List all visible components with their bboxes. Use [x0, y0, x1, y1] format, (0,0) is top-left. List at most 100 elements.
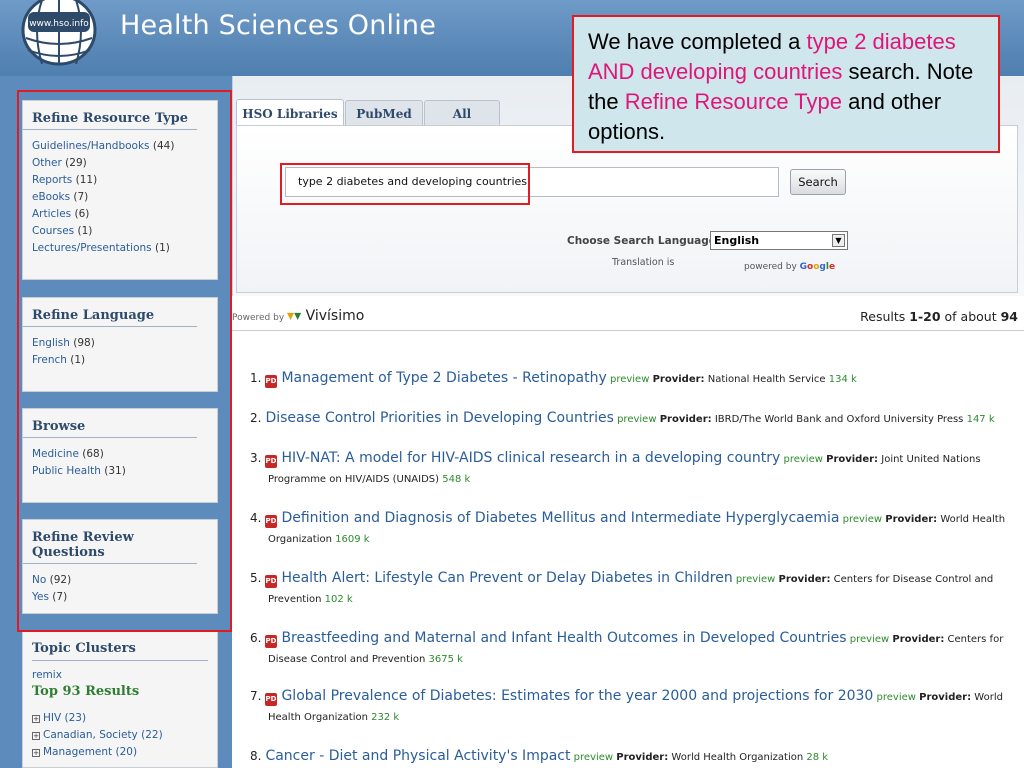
- provider-name: Joint United Nations: [881, 454, 981, 465]
- result-item: 2. Disease Control Priorities in Developi…: [250, 408, 1020, 430]
- result-item: 5. PDFHealth Alert: Lifestyle Can Prevent…: [250, 568, 1020, 610]
- provider-name: Centers for Disease Control and: [833, 574, 994, 585]
- list-item-count: (22): [141, 729, 163, 741]
- preview-link[interactable]: preview: [574, 752, 613, 763]
- result-number: 7.: [250, 689, 262, 703]
- provider-name-cont: Health Organization: [268, 712, 368, 723]
- result-title-link[interactable]: Global Prevalence of Diabetes: Estimates…: [281, 688, 873, 704]
- file-size: 3675 k: [428, 654, 463, 665]
- tab-all[interactable]: All: [424, 100, 500, 126]
- result-item: 7. PDFGlobal Prevalence of Diabetes: Esti…: [250, 686, 1020, 728]
- vivisimo-logo-icon: ▾▾ Vivísimo: [287, 308, 365, 324]
- remix-link[interactable]: remix: [32, 669, 62, 681]
- provider-name: World Health Organization: [671, 752, 804, 763]
- search-language-select[interactable]: English ▼: [710, 231, 848, 250]
- pdf-icon: PDF: [265, 693, 281, 706]
- pdf-icon: PDF: [265, 515, 281, 528]
- file-size: 1609 k: [335, 534, 370, 545]
- expand-icon[interactable]: +: [32, 715, 40, 723]
- list-item-count: (20): [115, 746, 138, 758]
- provider-label: Provider:: [826, 454, 879, 465]
- google-logo-icon: Google: [799, 262, 836, 272]
- pdf-icon: PDF: [265, 375, 281, 388]
- list-item-link[interactable]: HIV: [43, 712, 61, 724]
- search-language-label: Choose Search Language:: [567, 235, 721, 247]
- result-title-link[interactable]: Breastfeeding and Maternal and Infant He…: [281, 630, 846, 646]
- result-title-link[interactable]: Definition and Diagnosis of Diabetes Mel…: [281, 510, 839, 526]
- result-item: 6. PDFBreastfeeding and Maternal and Infa…: [250, 628, 1020, 670]
- provider-name: IBRD/The World Bank and Oxford Universit…: [714, 414, 964, 425]
- result-item: 1. PDFManagement of Type 2 Diabetes - Ret…: [250, 368, 1020, 390]
- result-number: 6.: [250, 631, 262, 645]
- list-item-count: (23): [64, 712, 87, 724]
- provider-label: Provider:: [892, 634, 945, 645]
- pdf-icon: PDF: [265, 575, 281, 588]
- preview-link[interactable]: preview: [784, 454, 823, 465]
- sidebar-highlight-box: [17, 90, 232, 632]
- list-item[interactable]: + Management (20): [32, 744, 163, 761]
- result-number: 2.: [250, 411, 262, 425]
- list-item-link[interactable]: Management: [43, 746, 112, 758]
- provider-name-cont: Programme on HIV/AIDS (UNAIDS): [268, 474, 440, 485]
- provider-name: Centers for: [947, 634, 1004, 645]
- result-item: 4. PDFDefinition and Diagnosis of Diabete…: [250, 508, 1020, 550]
- result-title-link[interactable]: Disease Control Priorities in Developing…: [265, 410, 613, 426]
- top-results-label[interactable]: Top 93 Results: [32, 684, 139, 699]
- pdf-icon: PDF: [265, 455, 281, 468]
- result-title-link[interactable]: HIV-NAT: A model for HIV-AIDS clinical r…: [281, 450, 780, 466]
- preview-link[interactable]: preview: [617, 414, 656, 425]
- list-item-link[interactable]: Canadian, Society: [43, 729, 138, 741]
- file-size: 147 k: [966, 414, 995, 425]
- search-input-highlight-box: [280, 163, 530, 205]
- preview-link[interactable]: preview: [610, 374, 649, 385]
- pdf-icon: PDF: [265, 635, 281, 648]
- powered-by-label: powered by: [744, 262, 797, 272]
- provider-label: Provider:: [885, 514, 938, 525]
- powered-by-google: powered by Google: [744, 262, 835, 272]
- selected-language: English: [714, 234, 760, 247]
- result-number: 5.: [250, 571, 262, 585]
- expand-icon[interactable]: +: [32, 732, 40, 740]
- preview-link[interactable]: preview: [877, 692, 916, 703]
- results-count: Results 1-20 of about 94: [860, 309, 1018, 324]
- chevron-down-icon[interactable]: ▼: [832, 234, 845, 247]
- provider-label: Provider:: [919, 692, 972, 703]
- search-button[interactable]: Search: [790, 169, 846, 195]
- provider-name: World: [974, 692, 1003, 703]
- preview-link[interactable]: preview: [736, 574, 775, 585]
- annotation-callout: We have completed a type 2 diabetes AND …: [572, 15, 1000, 153]
- list-item[interactable]: + Canadian, Society (22): [32, 727, 163, 744]
- result-number: 4.: [250, 511, 262, 525]
- provider-label: Provider:: [652, 374, 705, 385]
- preview-link[interactable]: preview: [850, 634, 889, 645]
- expand-icon[interactable]: +: [32, 749, 40, 757]
- provider-name-cont: Organization: [268, 534, 332, 545]
- list-item[interactable]: + HIV (23): [32, 710, 163, 727]
- file-size: 548 k: [442, 474, 471, 485]
- tab-pubmed[interactable]: PubMed: [345, 100, 423, 126]
- logo-text: www.hso.info: [29, 19, 89, 29]
- file-size: 102 k: [324, 594, 353, 605]
- site-title: Health Sciences Online: [120, 10, 437, 41]
- preview-link[interactable]: preview: [843, 514, 882, 525]
- globe-logo-icon[interactable]: www.hso.info: [18, 0, 100, 66]
- result-item: 8. Cancer - Diet and Physical Activity's …: [250, 746, 1020, 768]
- provider-name: National Health Service: [707, 374, 826, 385]
- divider: [232, 330, 1024, 331]
- result-title-link[interactable]: Health Alert: Lifestyle Can Prevent or D…: [281, 570, 732, 586]
- result-title-link[interactable]: Cancer - Diet and Physical Activity's Im…: [265, 748, 570, 764]
- tab-hso-libraries[interactable]: HSO Libraries: [236, 99, 344, 127]
- cluster-list: + HIV (23) + Canadian, Society (22) + Managem…: [32, 710, 163, 761]
- provider-label: Provider:: [659, 414, 712, 425]
- provider-label: Provider:: [778, 574, 831, 585]
- provider-label: Provider:: [616, 752, 669, 763]
- powered-by-label: Powered by: [232, 313, 285, 323]
- result-number: 3.: [250, 451, 262, 465]
- result-number: 8.: [250, 749, 262, 763]
- provider-name-cont: Disease Control and Prevention: [268, 654, 426, 665]
- result-number: 1.: [250, 371, 262, 385]
- result-title-link[interactable]: Management of Type 2 Diabetes - Retinopa…: [281, 370, 606, 386]
- topic-clusters-title: Topic Clusters: [32, 641, 208, 661]
- provider-name: World Health: [940, 514, 1006, 525]
- file-size: 134 k: [828, 374, 857, 385]
